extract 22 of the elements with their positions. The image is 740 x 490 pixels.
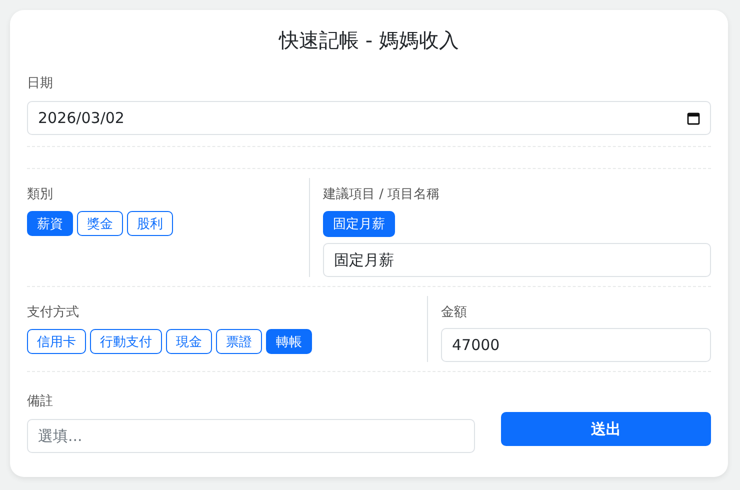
option-chip[interactable]: 獎金 [77, 211, 123, 236]
date-field[interactable]: 2026/03/02 [27, 101, 711, 135]
field-label: 備註 [27, 393, 53, 411]
field-label: 類別 [27, 186, 53, 204]
option-chip[interactable]: 行動支付 [90, 329, 162, 354]
option-chip[interactable]: 票證 [216, 329, 262, 354]
calendar-icon[interactable] [687, 112, 700, 124]
option-chip[interactable]: 薪資 [27, 211, 73, 236]
item-name-field[interactable]: 固定月薪 [323, 243, 711, 277]
amount-field[interactable]: 47000 [441, 328, 711, 362]
option-chip[interactable]: 信用卡 [27, 329, 86, 354]
field-label: 建議項目 / 項目名稱 [323, 186, 440, 204]
note-field[interactable]: 選填... [27, 419, 475, 453]
field-label: 金額 [441, 304, 467, 322]
form-title: 快速記帳 - 媽媽收入 [278, 27, 460, 54]
option-chip[interactable]: 轉帳 [266, 329, 312, 354]
field-label: 日期 [27, 75, 53, 93]
field-label: 支付方式 [27, 304, 79, 322]
option-chip[interactable]: 現金 [166, 329, 212, 354]
submit-button[interactable]: 送出 [501, 412, 711, 446]
suggestion-chip[interactable]: 固定月薪 [323, 211, 395, 237]
option-chip[interactable]: 股利 [127, 211, 173, 236]
